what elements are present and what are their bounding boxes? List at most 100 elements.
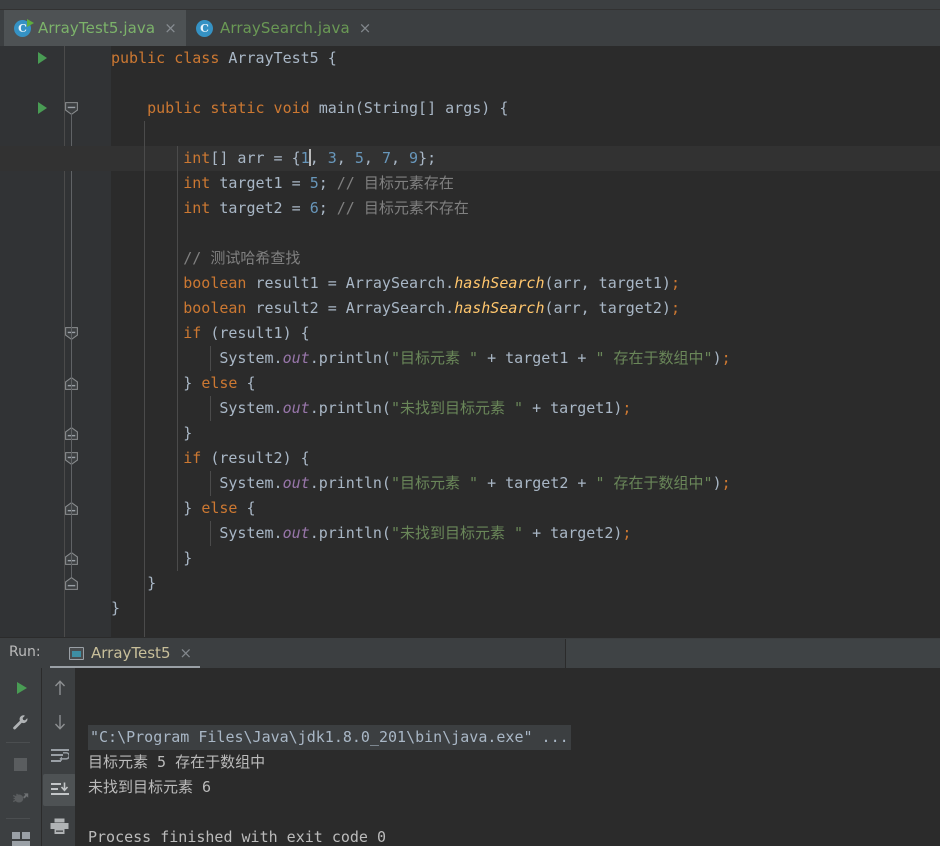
fold-region-line bbox=[71, 339, 72, 377]
scroll-to-end-button[interactable] bbox=[43, 774, 76, 806]
edit-configurations-button[interactable] bbox=[4, 706, 37, 738]
close-icon[interactable]: × bbox=[164, 20, 177, 36]
code-token: boolean bbox=[183, 274, 256, 292]
console-icon bbox=[69, 646, 84, 660]
code-line[interactable] bbox=[111, 121, 940, 146]
code-token: ) bbox=[712, 349, 722, 367]
code-token: target2 = bbox=[219, 199, 310, 217]
code-token: ; bbox=[670, 299, 680, 317]
code-token: out bbox=[282, 349, 310, 367]
run-tab-arraytest5[interactable]: ArrayTest5 × bbox=[61, 638, 200, 668]
code-token: ; bbox=[670, 274, 680, 292]
code-line[interactable]: System.out.println("目标元素 " + target1 + "… bbox=[111, 346, 940, 371]
code-line[interactable]: } bbox=[111, 546, 940, 571]
code-lines[interactable]: public class ArrayTest5 { public static … bbox=[0, 46, 940, 637]
code-line[interactable]: if (result2) { bbox=[111, 446, 940, 471]
code-line[interactable]: boolean result2 = ArraySearch.hashSearch… bbox=[111, 296, 940, 321]
code-token: public static void bbox=[147, 99, 319, 117]
console-command-line: "C:\Program Files\Java\jdk1.8.0_201\bin\… bbox=[88, 725, 571, 750]
code-token: 9 bbox=[409, 149, 419, 167]
soft-wrap-button[interactable] bbox=[43, 740, 76, 772]
code-line[interactable]: } bbox=[111, 421, 940, 446]
editor-tab-arraytest5[interactable]: C ArrayTest5.java × bbox=[4, 10, 186, 46]
code-token: "目标元素 " bbox=[390, 349, 479, 367]
code-token: + target2) bbox=[523, 524, 623, 542]
code-line[interactable] bbox=[111, 71, 940, 96]
code-token: System. bbox=[219, 349, 283, 367]
gutter-run-icon[interactable] bbox=[38, 52, 47, 64]
code-token: "目标元素 " bbox=[390, 474, 479, 492]
console-line: "C:\Program Files\Java\jdk1.8.0_201\bin\… bbox=[88, 725, 940, 750]
run-window-title: Run: bbox=[9, 644, 41, 660]
java-class-runnable-icon: C bbox=[14, 18, 34, 37]
code-line[interactable]: if (result1) { bbox=[111, 321, 940, 346]
code-line[interactable]: int target1 = 5; // 目标元素存在 bbox=[111, 171, 940, 196]
code-line[interactable]: System.out.println("未找到目标元素 " + target1)… bbox=[111, 396, 940, 421]
code-line[interactable]: public static void main(String[] args) { bbox=[111, 96, 940, 121]
code-line[interactable]: int[] arr = {1, 3, 5, 7, 9}; bbox=[0, 146, 940, 171]
code-token: 5 bbox=[309, 174, 319, 192]
print-button[interactable] bbox=[43, 810, 76, 842]
code-token: , bbox=[336, 149, 355, 167]
code-token: ArrayTest5 { bbox=[228, 49, 337, 67]
run-right-toolbar bbox=[41, 668, 76, 846]
code-line[interactable] bbox=[111, 221, 940, 246]
code-line[interactable]: } bbox=[111, 596, 940, 621]
run-tab-label: ArrayTest5 bbox=[91, 644, 171, 662]
editor-gutter[interactable] bbox=[0, 46, 64, 637]
fold-marker-close[interactable] bbox=[64, 576, 79, 591]
down-button[interactable] bbox=[43, 706, 76, 738]
fold-region-line bbox=[71, 464, 72, 502]
console-line: 目标元素 5 存在于数组中 bbox=[88, 753, 266, 771]
code-token: else bbox=[201, 499, 247, 517]
editor-tab-arraysearch[interactable]: C ArraySearch.java × bbox=[186, 10, 381, 46]
close-icon[interactable]: × bbox=[179, 645, 192, 661]
code-line[interactable]: } else { bbox=[111, 496, 940, 521]
code-editor[interactable]: 7891011121314151617181920212223242526272… bbox=[0, 46, 940, 637]
console-output[interactable]: "C:\Program Files\Java\jdk1.8.0_201\bin\… bbox=[75, 668, 940, 846]
run-header-filler bbox=[566, 639, 940, 669]
code-token: 7 bbox=[381, 149, 391, 167]
code-line[interactable]: System.out.println("未找到目标元素 " + target2)… bbox=[111, 521, 940, 546]
code-token: "未找到目标元素 " bbox=[390, 524, 524, 542]
code-line[interactable]: } else { bbox=[111, 371, 940, 396]
code-token: } bbox=[183, 549, 193, 567]
editor-tab-label: ArraySearch.java bbox=[220, 19, 350, 37]
code-line[interactable]: System.out.println("目标元素 " + target2 + "… bbox=[111, 471, 940, 496]
up-button[interactable] bbox=[43, 672, 76, 704]
code-token: // 目标元素不存在 bbox=[336, 199, 469, 217]
close-icon[interactable]: × bbox=[359, 20, 372, 36]
layout-button[interactable] bbox=[4, 823, 37, 846]
stop-button[interactable] bbox=[4, 748, 37, 780]
stop-square-icon bbox=[14, 757, 27, 771]
code-token: (arr, target1) bbox=[544, 274, 671, 292]
code-line[interactable] bbox=[111, 621, 940, 637]
rerun-button[interactable] bbox=[4, 672, 37, 704]
rerun-failed-tests-button[interactable] bbox=[4, 782, 37, 814]
console-line: 未找到目标元素 6 bbox=[88, 778, 212, 796]
code-line[interactable]: // 测试哈希查找 bbox=[111, 246, 940, 271]
code-token: " 存在于数组中" bbox=[595, 349, 713, 367]
code-token: " 存在于数组中" bbox=[595, 474, 713, 492]
editor-tab-label: ArrayTest5.java bbox=[38, 19, 156, 37]
code-line[interactable]: boolean result1 = ArraySearch.hashSearch… bbox=[111, 271, 940, 296]
code-line[interactable]: } bbox=[111, 571, 940, 596]
code-token: "未找到目标元素 " bbox=[390, 399, 524, 417]
code-token: [] arr = { bbox=[210, 149, 301, 167]
code-line[interactable]: int target2 = 6; // 目标元素不存在 bbox=[111, 196, 940, 221]
gutter-run-icon[interactable] bbox=[38, 102, 47, 114]
printer-icon bbox=[50, 818, 69, 834]
code-token: } bbox=[147, 574, 157, 592]
code-line[interactable]: public class ArrayTest5 { bbox=[111, 46, 940, 71]
